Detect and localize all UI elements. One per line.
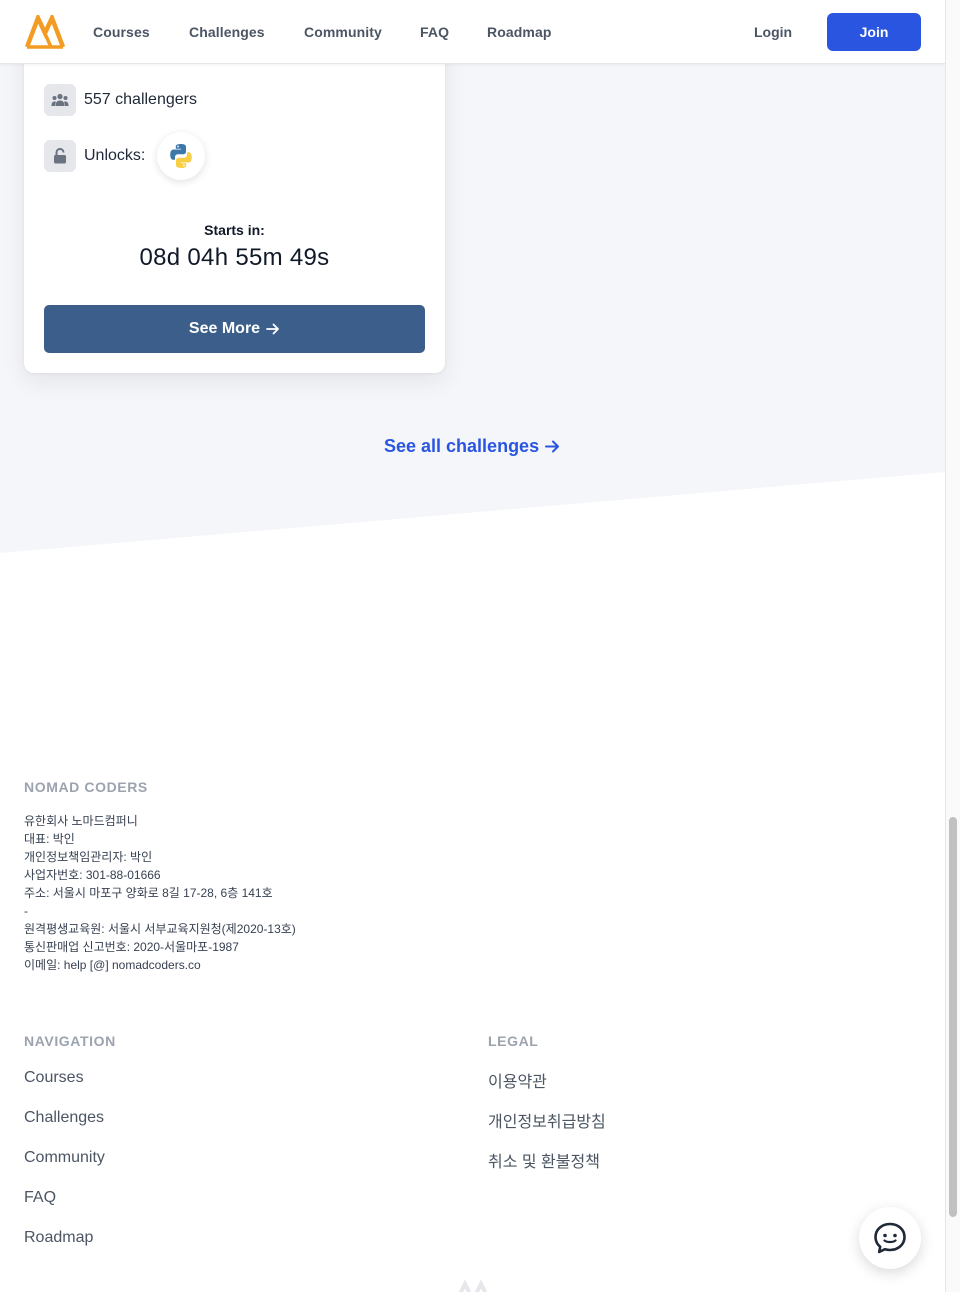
company-info-line: 대표: 박인 — [24, 832, 75, 846]
legal-title: LEGAL — [488, 1033, 539, 1049]
users-icon — [44, 84, 76, 116]
login-link[interactable]: Login — [754, 24, 792, 40]
footer-link-courses[interactable]: Courses — [24, 1069, 84, 1087]
nomad-logo-icon[interactable] — [24, 15, 66, 49]
footer-link-terms[interactable]: 이용약관 — [488, 1068, 547, 1092]
arrow-right-icon — [545, 440, 560, 453]
footer-link-faq[interactable]: FAQ — [24, 1189, 56, 1207]
footer-brand-title: NOMAD CODERS — [24, 779, 148, 795]
company-info: 유한회사 노마드컴퍼니 대표: 박인 개인정보책임관리자: 박인 사업자번호: … — [24, 812, 296, 974]
chat-button[interactable] — [859, 1207, 921, 1269]
arrow-right-icon — [266, 323, 279, 335]
chat-bubble-icon — [874, 1222, 906, 1254]
see-all-challenges-link[interactable]: See all challenges — [384, 436, 560, 457]
company-info-line: 유한회사 노마드컴퍼니 — [24, 814, 138, 828]
company-info-line: 사업자번호: 301-88-01666 — [24, 868, 161, 882]
see-more-button[interactable]: See More — [44, 305, 425, 353]
footer-link-privacy[interactable]: 개인정보취급방침 — [488, 1108, 606, 1132]
join-button[interactable]: Join — [827, 13, 921, 51]
nav-faq[interactable]: FAQ — [420, 24, 449, 40]
footer-link-community[interactable]: Community — [24, 1149, 105, 1167]
navigation-title: NAVIGATION — [24, 1033, 116, 1049]
python-icon[interactable] — [157, 132, 205, 180]
footer-link-roadmap[interactable]: Roadmap — [24, 1229, 93, 1247]
company-info-line: - — [24, 904, 28, 918]
company-info-line: 이메일: help [@] nomadcoders.co — [24, 958, 201, 972]
nav-roadmap[interactable]: Roadmap — [487, 24, 552, 40]
nav-community[interactable]: Community — [304, 24, 382, 40]
company-info-line: 주소: 서울시 마포구 양화로 8길 17-28, 6층 141호 — [24, 886, 273, 900]
page: 557 challengers Unlocks: Starts in: 08d … — [0, 0, 945, 1292]
footer-logo-icon — [458, 1280, 488, 1292]
nav-courses[interactable]: Courses — [93, 24, 150, 40]
company-info-line: 통신판매업 신고번호: 2020-서울마포-1987 — [24, 940, 239, 954]
starts-in-label: Starts in: — [204, 222, 265, 238]
scrollbar-thumb[interactable] — [949, 817, 957, 1217]
see-all-challenges-label: See all challenges — [384, 436, 540, 456]
see-more-label: See More — [188, 320, 261, 337]
challengers-count: 557 challengers — [84, 91, 197, 108]
unlocks-label: Unlocks: — [84, 147, 146, 164]
countdown-timer: 08d 04h 55m 49s — [139, 244, 330, 271]
page-scrollbar[interactable] — [945, 0, 960, 1292]
site-header: Courses Challenges Community FAQ Roadmap… — [0, 0, 945, 64]
footer-link-refund[interactable]: 취소 및 환불정책 — [488, 1148, 600, 1172]
company-info-line: 개인정보책임관리자: 박인 — [24, 850, 153, 864]
footer-link-challenges[interactable]: Challenges — [24, 1109, 104, 1127]
company-info-line: 원격평생교육원: 서울시 서부교육지원청(제2020-13호) — [24, 922, 296, 936]
nav-challenges[interactable]: Challenges — [189, 24, 265, 40]
unlock-icon — [44, 140, 76, 172]
